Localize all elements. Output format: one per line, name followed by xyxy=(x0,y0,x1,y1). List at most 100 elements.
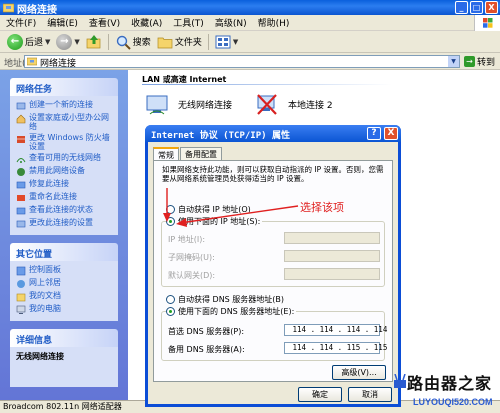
subnet-mask-input[interactable] xyxy=(284,250,380,262)
folder-icon xyxy=(157,37,173,48)
chevron-down-icon: ▼ xyxy=(232,37,239,46)
ip-address-label: IP 地址(I): xyxy=(168,235,206,244)
advanced-button[interactable]: 高级(V)... xyxy=(332,365,386,380)
details-header[interactable]: 详细信息 xyxy=(10,329,118,347)
ip-manual-radio[interactable]: 使用下面的 IP 地址(S): xyxy=(166,216,263,227)
task-pane: 网络任务 创建一个新的连接 设置家庭或小型办公网络 更改 Windows 防火墙… xyxy=(0,70,128,400)
address-bar: 地址(D) 网络连接 ▼ → 转到 xyxy=(0,53,500,70)
alternate-dns-label: 备用 DNS 服务器(A): xyxy=(168,345,245,354)
dialog-tabs: 常规 备用配置 xyxy=(153,147,223,161)
new-connection-icon xyxy=(16,102,26,110)
connection-name: 本地连接 2 xyxy=(288,100,333,111)
help-button[interactable]: ? xyxy=(367,127,381,140)
menu-advanced[interactable]: 高级(N) xyxy=(215,16,247,29)
ok-button[interactable]: 确定 xyxy=(298,387,342,402)
address-input[interactable]: 网络连接 ▼ xyxy=(24,55,460,69)
chevron-down-icon[interactable]: ▼ xyxy=(448,56,459,67)
subnet-mask-label: 子网掩码(U): xyxy=(168,253,215,262)
forward-button[interactable]: → ▼ xyxy=(53,32,82,52)
disabled-connection-icon xyxy=(257,94,277,115)
task-create-connection[interactable]: 创建一个新的连接 xyxy=(16,100,114,111)
network-places-icon xyxy=(17,280,25,288)
tab-alternate-config[interactable]: 备用配置 xyxy=(180,147,222,160)
task-change-settings[interactable]: 更改此连接的设置 xyxy=(16,218,114,229)
task-rename[interactable]: 重命名此连接 xyxy=(16,192,114,203)
dialog-close-button[interactable]: X xyxy=(384,127,398,140)
up-button[interactable] xyxy=(83,32,105,52)
repair-icon xyxy=(16,181,26,189)
wireless-connection-icon xyxy=(146,95,168,115)
watermark-title: 路由器之家 xyxy=(407,374,493,393)
chevron-down-icon: ▼ xyxy=(74,37,80,46)
place-my-documents[interactable]: 我的文档 xyxy=(16,291,114,302)
primary-dns-input[interactable]: 114 . 114 . 114 . 114 xyxy=(284,324,387,336)
rename-icon xyxy=(17,195,25,201)
search-icon xyxy=(116,35,131,50)
menu-file[interactable]: 文件(F) xyxy=(6,16,36,29)
alternate-dns-input[interactable]: 114 . 114 . 115 . 115 xyxy=(284,342,387,354)
place-control-panel[interactable]: 控制面板 xyxy=(16,265,114,276)
place-network-places[interactable]: 网上邻居 xyxy=(16,278,114,289)
windows-logo xyxy=(474,15,500,31)
menu-edit[interactable]: 编辑(E) xyxy=(47,16,78,29)
primary-dns-label: 首选 DNS 服务器(P): xyxy=(168,327,245,336)
task-firewall[interactable]: 更改 Windows 防火墙设置 xyxy=(16,133,114,151)
ip-address-input[interactable] xyxy=(284,232,380,244)
address-value: 网络连接 xyxy=(40,59,77,69)
close-button[interactable]: X xyxy=(485,1,498,14)
menu-favorites[interactable]: 收藏(A) xyxy=(131,16,162,29)
go-arrow-icon: → xyxy=(464,56,475,67)
menu-view[interactable]: 查看(V) xyxy=(89,16,120,29)
task-home-network[interactable]: 设置家庭或小型办公网络 xyxy=(16,113,114,131)
dns-manual-radio[interactable]: 使用下面的 DNS 服务器地址(E): xyxy=(166,306,297,317)
group-divider xyxy=(142,84,392,85)
cancel-button[interactable]: 取消 xyxy=(348,387,392,402)
other-places-box: 其它位置 控制面板 网上邻居 我的文档 我的电脑 xyxy=(10,243,118,321)
chevron-down-icon: ▼ xyxy=(45,37,51,46)
dialog-title: Internet 协议 (TCP/IP) 属性 xyxy=(151,131,290,141)
views-button[interactable]: ▼ xyxy=(212,32,241,52)
details-box: 详细信息 无线网络连接 xyxy=(10,329,118,387)
folders-button[interactable]: 文件夹 xyxy=(154,32,205,52)
dns-manual-label: 使用下面的 DNS 服务器地址(E): xyxy=(178,307,295,316)
title-bar[interactable]: 网络连接 _ □ X xyxy=(0,0,500,16)
search-button[interactable]: 搜索 xyxy=(112,32,154,52)
status-icon xyxy=(16,207,26,215)
other-places-header[interactable]: 其它位置 xyxy=(10,243,118,261)
network-tasks-header[interactable]: 网络任务 xyxy=(10,78,118,96)
default-gateway-input[interactable] xyxy=(284,268,380,280)
connection-wireless[interactable]: 无线网络连接 xyxy=(144,90,232,118)
control-panel-icon xyxy=(16,266,26,276)
explorer-window: 网络连接 _ □ X 文件(F) 编辑(E) 查看(V) 收藏(A) 工具(T)… xyxy=(0,0,500,413)
place-my-computer[interactable]: 我的电脑 xyxy=(16,304,114,315)
network-tasks-list: 创建一个新的连接 设置家庭或小型办公网络 更改 Windows 防火墙设置 查看… xyxy=(10,96,118,235)
default-gateway-label: 默认网关(D): xyxy=(168,271,216,280)
network-folder-icon xyxy=(27,57,37,66)
task-view-status[interactable]: 查看此连接的状态 xyxy=(16,205,114,216)
task-view-wireless[interactable]: 查看可用的无线网络 xyxy=(16,153,114,164)
watermark: 路由器之家 LUYOUQI520.COM xyxy=(393,370,500,413)
connection-local-2[interactable]: 本地连接 2 xyxy=(254,90,333,118)
task-disable-device[interactable]: 禁用此网络设备 xyxy=(16,166,114,177)
window-title: 网络连接 xyxy=(17,5,57,16)
menu-tools[interactable]: 工具(T) xyxy=(173,16,204,29)
go-button[interactable]: → 转到 xyxy=(464,55,495,68)
connection-name: 无线网络连接 xyxy=(178,100,233,111)
task-repair[interactable]: 修复此连接 xyxy=(16,179,114,190)
window-controls: _ □ X xyxy=(455,1,498,14)
general-tab-panel: 如果网络支持此功能，则可以获取自动指派的 IP 设置。否则，您需要从网络系统管理… xyxy=(153,160,393,382)
back-button[interactable]: ← 后退 ▼ xyxy=(4,32,53,52)
dns-auto-radio[interactable]: 自动获得 DNS 服务器地址(B) xyxy=(166,294,284,305)
settings-icon xyxy=(16,220,26,228)
maximize-button[interactable]: □ xyxy=(470,1,483,14)
tab-general[interactable]: 常规 xyxy=(153,147,179,161)
ip-auto-radio[interactable]: 自动获得 IP 地址(O) xyxy=(166,204,251,215)
disable-device-icon xyxy=(17,168,25,176)
menu-help[interactable]: 帮助(H) xyxy=(258,16,290,29)
dialog-title-bar[interactable]: Internet 协议 (TCP/IP) 属性 ? X xyxy=(145,125,401,142)
wireless-icon xyxy=(16,158,26,163)
network-folder-icon xyxy=(3,3,14,13)
home-network-icon xyxy=(16,114,26,124)
minimize-button[interactable]: _ xyxy=(455,1,468,14)
toolbar: ← 后退 ▼ → ▼ 搜索 文件夹 ▼ xyxy=(0,31,500,53)
